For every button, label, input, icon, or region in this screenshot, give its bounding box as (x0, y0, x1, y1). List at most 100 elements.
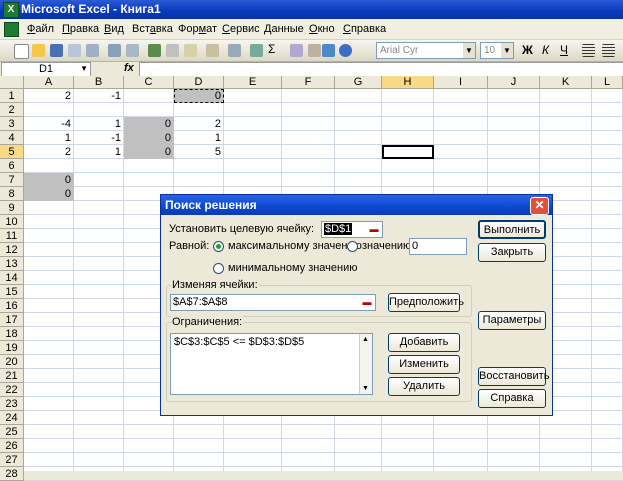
paste-icon[interactable] (206, 44, 219, 57)
menu-insert[interactable]: Вставка (132, 23, 173, 35)
row-header-20[interactable]: 20 (0, 355, 24, 369)
delete-button[interactable]: Удалить (388, 377, 460, 396)
permission-icon[interactable] (68, 44, 81, 57)
scroll-up-icon[interactable]: ▲ (362, 336, 369, 343)
save-icon[interactable] (50, 44, 63, 57)
row-header-23[interactable]: 23 (0, 397, 24, 411)
cell-c3[interactable]: 0 (124, 117, 174, 131)
menu-tools[interactable]: Сервис (222, 23, 260, 35)
target-cell-input[interactable]: $D$1 ▬ (321, 221, 383, 238)
print-icon[interactable] (108, 44, 121, 57)
max-radio-label[interactable]: максимальному значению (228, 240, 362, 252)
cell-a3[interactable]: -4 (24, 117, 74, 131)
column-header-j[interactable]: J (488, 76, 540, 89)
column-header-a[interactable]: A (24, 76, 74, 89)
row-header-25[interactable]: 25 (0, 425, 24, 439)
italic-button[interactable]: К (542, 43, 549, 57)
close-icon[interactable]: ✕ (530, 197, 549, 215)
column-header-c[interactable]: C (124, 76, 174, 89)
column-header-i[interactable]: I (434, 76, 488, 89)
options-button[interactable]: Параметры (478, 311, 546, 330)
scroll-down-icon[interactable]: ▼ (362, 385, 369, 392)
document-icon[interactable] (4, 22, 19, 37)
font-name-select[interactable]: Arial Cyr ▼ (376, 42, 476, 59)
underline-button[interactable]: Ч (560, 43, 568, 57)
row-header-12[interactable]: 12 (0, 243, 24, 257)
min-radio-label[interactable]: минимальному значению (228, 262, 358, 274)
hyperlink-icon[interactable] (250, 44, 263, 57)
row-header-21[interactable]: 21 (0, 369, 24, 383)
menu-window[interactable]: Окно (309, 23, 335, 35)
column-header-l[interactable]: L (592, 76, 623, 89)
cell-a7[interactable]: 0 (24, 173, 74, 187)
column-header-g[interactable]: G (335, 76, 382, 89)
reset-button[interactable]: Восстановить (478, 367, 549, 386)
row-header-4[interactable]: 4 (0, 131, 24, 145)
row-header-22[interactable]: 22 (0, 383, 24, 397)
row-header-10[interactable]: 10 (0, 215, 24, 229)
row-header-17[interactable]: 17 (0, 313, 24, 327)
help-icon[interactable] (339, 44, 352, 57)
copy-icon[interactable] (184, 44, 197, 57)
cut-icon[interactable] (166, 44, 179, 57)
cell-d3[interactable]: 2 (174, 117, 224, 131)
email-icon[interactable] (86, 44, 99, 57)
column-header-e[interactable]: E (224, 76, 282, 89)
cell-d5[interactable]: 5 (174, 145, 224, 159)
row-header-2[interactable]: 2 (0, 103, 24, 117)
cell-c4[interactable]: 0 (124, 131, 174, 145)
row-header-27[interactable]: 27 (0, 453, 24, 467)
row-header-19[interactable]: 19 (0, 341, 24, 355)
row-header-14[interactable]: 14 (0, 271, 24, 285)
formula-input[interactable] (139, 62, 623, 77)
row-header-1[interactable]: 1 (0, 89, 24, 103)
bold-button[interactable]: Ж (522, 43, 533, 57)
active-cell-h5[interactable] (382, 145, 434, 159)
autosum-icon[interactable]: Σ (268, 42, 275, 56)
cell-b4[interactable]: -1 (74, 131, 124, 145)
column-header-k[interactable]: K (540, 76, 592, 89)
undo-icon[interactable] (228, 44, 241, 57)
select-all-corner[interactable] (0, 76, 24, 89)
cell-d1[interactable]: 0 (174, 89, 224, 103)
column-header-b[interactable]: B (74, 76, 124, 89)
menu-file[interactable]: Файл (27, 23, 54, 35)
cell-c5[interactable]: 0 (124, 145, 174, 159)
help-button[interactable]: Справка (478, 389, 546, 408)
row-header-24[interactable]: 24 (0, 411, 24, 425)
fx-icon[interactable]: fx (124, 62, 134, 74)
row-header-3[interactable]: 3 (0, 117, 24, 131)
row-header-6[interactable]: 6 (0, 159, 24, 173)
row-header-15[interactable]: 15 (0, 285, 24, 299)
row-header-11[interactable]: 11 (0, 229, 24, 243)
constraints-list[interactable]: $C$3:$C$5 <= $D$3:$D$5 ▲ ▼ (170, 333, 373, 395)
row-header-8[interactable]: 8 (0, 187, 24, 201)
min-radio[interactable] (213, 263, 224, 274)
max-radio[interactable] (213, 241, 224, 252)
excel-app-icon[interactable]: X (3, 2, 19, 18)
cell-b1[interactable]: -1 (74, 89, 124, 103)
chart-wizard-icon[interactable] (322, 44, 335, 57)
value-radio-label[interactable]: значению: (362, 240, 414, 252)
sort-ascending-icon[interactable] (290, 44, 303, 57)
font-size-select[interactable]: 10 ▼ (480, 42, 514, 59)
list-item[interactable]: $C$3:$C$5 <= $D$3:$D$5 (174, 336, 304, 348)
cell-b5[interactable]: 1 (74, 145, 124, 159)
open-icon[interactable] (32, 44, 45, 57)
spelling-icon[interactable] (148, 44, 161, 57)
row-header-26[interactable]: 26 (0, 439, 24, 453)
cell-a1[interactable]: 2 (24, 89, 74, 103)
close-button[interactable]: Закрыть (478, 243, 546, 262)
sort-descending-icon[interactable] (308, 44, 321, 57)
cell-a8[interactable]: 0 (24, 187, 74, 201)
align-center-icon[interactable] (602, 44, 615, 57)
menu-format[interactable]: Формат (178, 23, 217, 35)
row-header-13[interactable]: 13 (0, 257, 24, 271)
menu-edit[interactable]: Правка (62, 23, 99, 35)
print-preview-icon[interactable] (126, 44, 139, 57)
row-header-16[interactable]: 16 (0, 299, 24, 313)
change-button[interactable]: Изменить (388, 355, 460, 374)
changing-cells-input[interactable]: $A$7:$A$8 ▬ (170, 294, 376, 311)
row-header-5[interactable]: 5 (0, 145, 24, 159)
cell-b3[interactable]: 1 (74, 117, 124, 131)
